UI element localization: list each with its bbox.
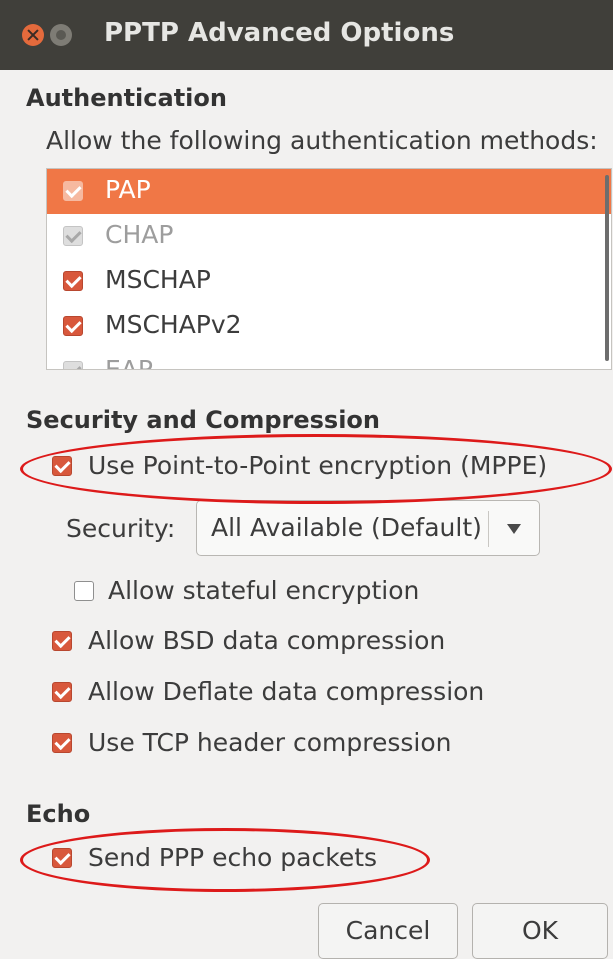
deflate-compression-checkbox[interactable] [52,682,72,702]
security-label: Security: [66,514,176,543]
auth-method-eap[interactable]: EAP [47,349,611,370]
mppe-checkbox[interactable] [52,456,72,476]
deflate-compression-label[interactable]: Allow Deflate data compression [88,677,484,706]
dropdown-separator [488,511,489,547]
auth-method-label: MSCHAP [105,265,211,294]
list-scrollbar[interactable] [605,175,609,361]
auth-method-mschap[interactable]: MSCHAP [47,259,611,304]
echo-heading: Echo [26,800,91,828]
auth-method-chap[interactable]: CHAP [47,214,611,259]
security-dropdown[interactable]: All Available (Default) [196,500,540,556]
auth-methods-prompt: Allow the following authentication metho… [46,126,598,155]
ok-button[interactable]: OK [472,903,608,959]
send-echo-label[interactable]: Send PPP echo packets [88,843,377,872]
auth-method-label: PAP [105,175,151,204]
security-heading: Security and Compression [26,406,380,434]
auth-methods-list: PAP CHAP MSCHAP MSCHAPv2 EAP [46,168,612,370]
auth-method-label: EAP [105,355,153,370]
mschap-checkbox[interactable] [63,271,83,291]
chap-checkbox[interactable] [63,226,83,246]
pap-checkbox[interactable] [63,181,83,201]
title-bar: PPTP Advanced Options [0,0,613,70]
bsd-compression-label[interactable]: Allow BSD data compression [88,626,445,655]
stateful-encryption-label[interactable]: Allow stateful encryption [108,576,419,605]
window-title: PPTP Advanced Options [104,18,455,48]
auth-method-label: CHAP [105,220,174,249]
tcp-header-compression-label[interactable]: Use TCP header compression [88,728,451,757]
cancel-button[interactable]: Cancel [318,903,458,959]
bsd-compression-checkbox[interactable] [52,631,72,651]
mschapv2-checkbox[interactable] [63,316,83,336]
send-echo-checkbox[interactable] [52,848,72,868]
minimize-icon[interactable] [50,24,72,46]
stateful-encryption-checkbox[interactable] [74,581,94,601]
auth-method-mschapv2[interactable]: MSCHAPv2 [47,304,611,349]
mppe-label[interactable]: Use Point-to-Point encryption (MPPE) [88,451,547,480]
eap-checkbox[interactable] [63,361,83,369]
close-icon[interactable] [22,24,44,46]
security-dropdown-value: All Available (Default) [211,513,482,542]
tcp-header-compression-checkbox[interactable] [52,733,72,753]
authentication-heading: Authentication [26,84,227,112]
auth-method-label: MSCHAPv2 [105,310,242,339]
chevron-down-icon [507,524,521,534]
auth-method-pap[interactable]: PAP [47,169,611,214]
